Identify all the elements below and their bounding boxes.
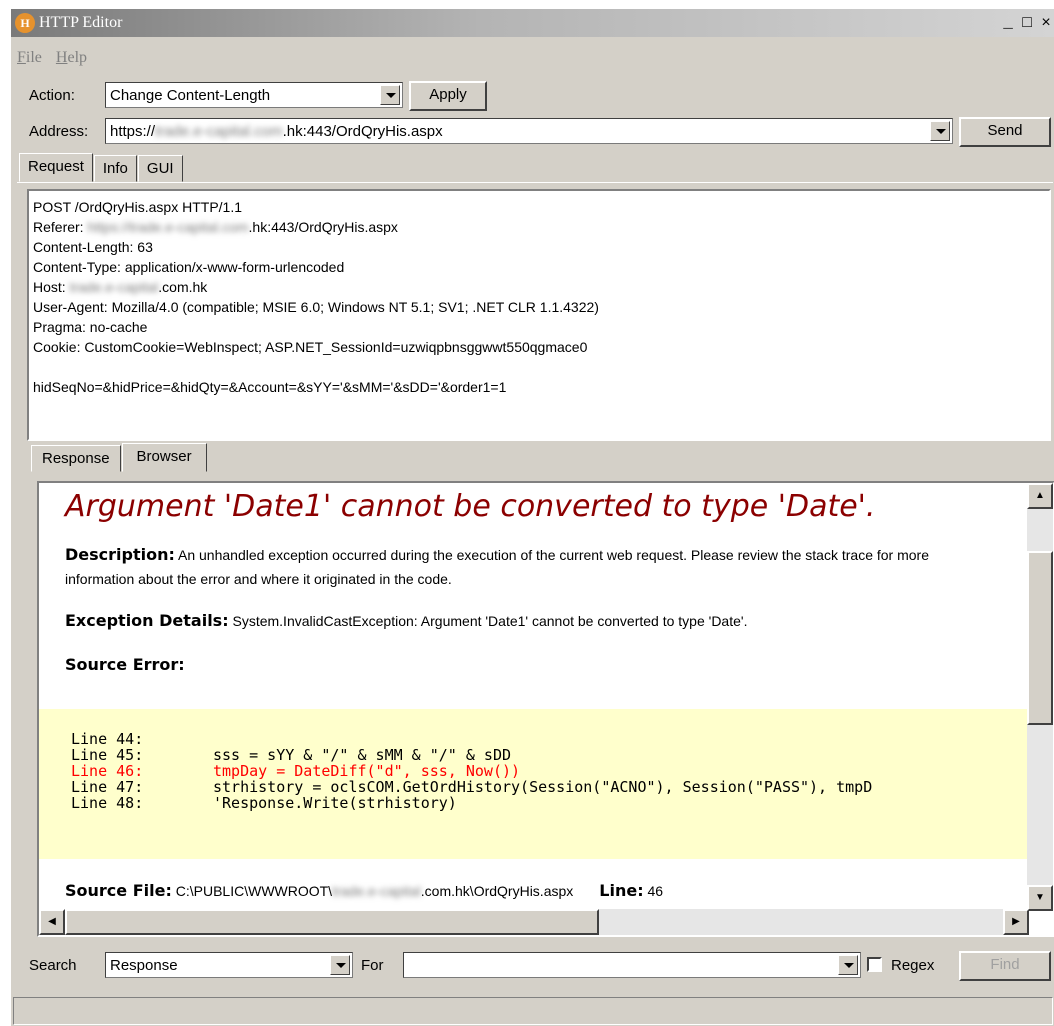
vertical-scroll-thumb[interactable] [1027, 551, 1053, 725]
redacted-host: trade.e-capital.com [155, 123, 283, 140]
action-select[interactable]: Change Content-Length [105, 82, 403, 108]
request-editor[interactable]: POST /OrdQryHis.aspx HTTP/1.1 Referer: h… [27, 189, 1051, 441]
chevron-down-icon[interactable] [838, 955, 858, 975]
code-line: Line 45: sss = sYY & "/" & sMM & "/" & sD… [71, 746, 512, 764]
app-icon: H [15, 13, 35, 33]
error-title: Argument 'Date1' cannot be converted to … [65, 489, 876, 524]
response-tab-bar: Response Browser [31, 443, 208, 472]
host-header: Host: trade.e-capital.com.hk [33, 279, 208, 295]
scroll-right-icon[interactable]: ▶ [1003, 909, 1029, 935]
address-input[interactable]: https://trade.e-capital.com.hk:443/OrdQr… [105, 118, 953, 144]
send-button[interactable]: Send [959, 117, 1051, 147]
source-file: Source File: C:\PUBLIC\WWWROOT\trade.e-c… [65, 881, 664, 900]
tab-request[interactable]: Request [19, 153, 93, 182]
maximize-button[interactable]: □ [1018, 14, 1036, 32]
request-body: hidSeqNo=&hidPrice=&hidQty=&Account=&sYY… [33, 379, 507, 395]
search-scope-select[interactable]: Response [105, 952, 353, 978]
menu-help[interactable]: Help [56, 49, 87, 67]
code-line: Line 47: strhistory = oclsCOM.GetOrdHisto… [71, 778, 873, 796]
content-type-header: Content-Type: application/x-www-form-url… [33, 259, 345, 275]
vertical-scrollbar[interactable]: ▲ ▼ [1027, 483, 1053, 911]
search-scope-value: Response [110, 957, 178, 974]
tab-response[interactable]: Response [31, 445, 121, 472]
close-button[interactable]: × [1037, 14, 1054, 32]
menu-bar: File Help [17, 49, 87, 67]
scroll-down-icon[interactable]: ▼ [1027, 885, 1053, 911]
http-editor-window: H HTTP Editor _ □ × File Help Action: Ch… [10, 8, 1054, 1026]
find-button[interactable]: Find [959, 951, 1051, 981]
title-bar[interactable]: H HTTP Editor _ □ × [11, 9, 1054, 37]
tab-info[interactable]: Info [93, 155, 137, 182]
code-line: Line 44: [71, 730, 144, 748]
action-label: Action: [29, 87, 75, 104]
exception-details: Exception Details: System.InvalidCastExc… [65, 611, 748, 630]
apply-button[interactable]: Apply [409, 81, 487, 111]
tab-browser[interactable]: Browser [121, 443, 207, 472]
code-line: Line 48: 'Response.Write(strhistory) [71, 794, 457, 812]
request-line: POST /OrdQryHis.aspx HTTP/1.1 [33, 199, 243, 215]
status-bar [13, 997, 1053, 1025]
minimize-button[interactable]: _ [999, 14, 1017, 32]
address-value: https://trade.e-capital.com.hk:443/OrdQr… [110, 123, 443, 140]
description: Description: An unhandled exception occu… [65, 545, 929, 587]
browser-view[interactable]: Argument 'Date1' cannot be converted to … [37, 481, 1054, 937]
search-input[interactable] [403, 952, 861, 978]
regex-checkbox[interactable] [867, 957, 882, 972]
horizontal-scroll-thumb[interactable] [65, 909, 599, 935]
source-code-block: Line 44: Line 45: sss = sYY & "/" & sMM &… [39, 709, 1029, 859]
pragma-header: Pragma: no-cache [33, 319, 148, 335]
action-select-value: Change Content-Length [110, 87, 271, 104]
address-label: Address: [29, 123, 89, 140]
search-label: Search [29, 957, 77, 974]
regex-label: Regex [891, 957, 935, 974]
window-title: HTTP Editor [39, 14, 123, 31]
code-line-error: Line 46: tmpDay = DateDiff("d", sss, Now(… [71, 762, 521, 780]
user-agent-header: User-Agent: Mozilla/4.0 (compatible; MSI… [33, 299, 599, 315]
chevron-down-icon[interactable] [380, 85, 400, 105]
for-label: For [361, 957, 384, 974]
horizontal-scrollbar[interactable]: ◀ ▶ [39, 909, 1029, 935]
source-error-heading: Source Error: [65, 655, 185, 674]
request-tab-bar: Request Info GUI [19, 153, 184, 182]
scroll-left-icon[interactable]: ◀ [39, 909, 65, 935]
tab-gui[interactable]: GUI [137, 155, 183, 182]
content-length-header: Content-Length: 63 [33, 239, 153, 255]
referer-header: Referer: https://trade.e-capital.com.hk:… [33, 219, 398, 235]
chevron-down-icon[interactable] [930, 121, 950, 141]
chevron-down-icon[interactable] [330, 955, 350, 975]
menu-file[interactable]: File [17, 49, 42, 67]
cookie-header: Cookie: CustomCookie=WebInspect; ASP.NET… [33, 339, 588, 355]
scroll-up-icon[interactable]: ▲ [1027, 483, 1053, 509]
